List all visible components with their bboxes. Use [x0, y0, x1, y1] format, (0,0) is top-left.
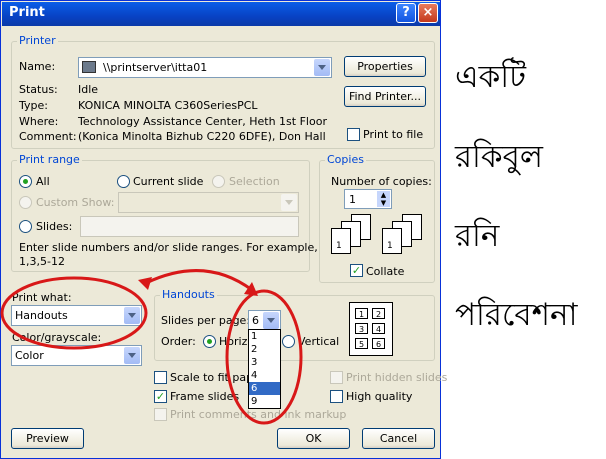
bengali-word-2: রকিবুল — [455, 139, 543, 175]
print-what-circle — [0, 276, 148, 350]
arrowhead-left-icon — [138, 277, 152, 290]
slides-per-page-circle — [225, 289, 303, 425]
annotation-overlay — [0, 269, 303, 425]
bengali-word-1: একটি — [455, 59, 527, 95]
annotation-arrow — [145, 269, 253, 292]
bengali-word-4: পরিবেশনা — [455, 297, 578, 333]
bengali-word-3: রনি — [455, 218, 500, 254]
